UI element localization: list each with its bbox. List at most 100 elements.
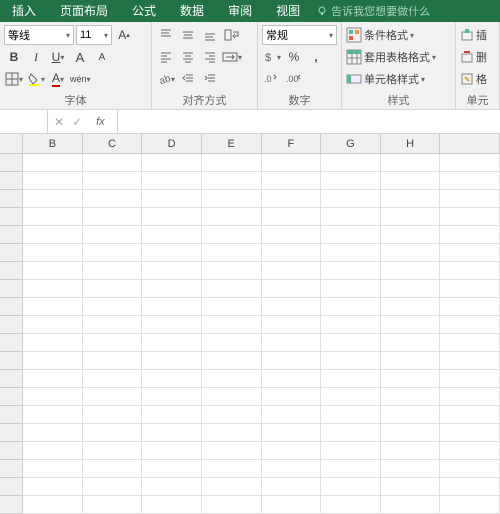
cell[interactable] (83, 370, 143, 388)
underline-button[interactable]: U▾ (48, 47, 68, 67)
cell[interactable] (440, 226, 500, 244)
cell[interactable] (202, 172, 262, 190)
align-middle-button[interactable] (178, 25, 198, 45)
cell[interactable] (83, 334, 143, 352)
number-format-combo[interactable]: 常规▾ (262, 25, 337, 45)
row-header[interactable] (0, 154, 23, 172)
cell[interactable] (321, 172, 381, 190)
align-right-button[interactable] (200, 47, 220, 67)
cell[interactable] (321, 424, 381, 442)
phonetic-button[interactable]: wén▾ (70, 69, 91, 89)
col-header[interactable]: B (23, 134, 83, 154)
cell[interactable] (142, 496, 202, 514)
cell[interactable] (142, 388, 202, 406)
cell[interactable] (440, 478, 500, 496)
cell[interactable] (321, 208, 381, 226)
cell[interactable] (202, 370, 262, 388)
col-header[interactable]: D (142, 134, 202, 154)
cell[interactable] (83, 352, 143, 370)
increase-decimal-button[interactable]: .0 (262, 69, 282, 89)
cell[interactable] (23, 262, 83, 280)
cell[interactable] (83, 460, 143, 478)
cell[interactable] (202, 478, 262, 496)
font-size-combo[interactable]: 11▾ (76, 25, 112, 45)
cell[interactable] (83, 496, 143, 514)
cell[interactable] (202, 406, 262, 424)
cell[interactable] (142, 208, 202, 226)
cell[interactable] (440, 442, 500, 460)
cell[interactable] (23, 208, 83, 226)
cell[interactable] (83, 226, 143, 244)
font-name-combo[interactable]: 等线▾ (4, 25, 74, 45)
cell[interactable] (321, 370, 381, 388)
cell[interactable] (83, 154, 143, 172)
accounting-button[interactable]: $▾ (262, 47, 282, 67)
cell[interactable] (321, 496, 381, 514)
cell[interactable] (202, 226, 262, 244)
decrease-decimal-button[interactable]: .00 (284, 69, 304, 89)
cell[interactable] (262, 334, 322, 352)
cell[interactable] (262, 280, 322, 298)
row-header[interactable] (0, 388, 23, 406)
col-header[interactable] (440, 134, 500, 154)
align-top-button[interactable] (156, 25, 176, 45)
cell[interactable] (381, 496, 441, 514)
cell[interactable] (440, 244, 500, 262)
cell[interactable] (23, 352, 83, 370)
cell[interactable] (321, 244, 381, 262)
cell[interactable] (142, 172, 202, 190)
row-header[interactable] (0, 190, 23, 208)
row-header[interactable] (0, 298, 23, 316)
cell[interactable] (381, 352, 441, 370)
cell[interactable] (440, 280, 500, 298)
row-header[interactable] (0, 172, 23, 190)
cell[interactable] (440, 388, 500, 406)
cell[interactable] (23, 280, 83, 298)
italic-button[interactable]: I (26, 47, 46, 67)
row-header[interactable] (0, 406, 23, 424)
cell[interactable] (142, 406, 202, 424)
cell[interactable] (142, 280, 202, 298)
cell[interactable] (142, 262, 202, 280)
cell[interactable] (262, 154, 322, 172)
cell[interactable] (321, 262, 381, 280)
cell[interactable] (202, 442, 262, 460)
align-bottom-button[interactable] (200, 25, 220, 45)
cell[interactable] (440, 370, 500, 388)
cell[interactable] (262, 424, 322, 442)
cell[interactable] (83, 280, 143, 298)
cell[interactable] (142, 334, 202, 352)
cell[interactable] (381, 208, 441, 226)
cell[interactable] (262, 370, 322, 388)
align-center-button[interactable] (178, 47, 198, 67)
cell[interactable] (262, 388, 322, 406)
cell[interactable] (142, 370, 202, 388)
cell[interactable] (23, 172, 83, 190)
cell[interactable] (440, 460, 500, 478)
cell[interactable] (321, 442, 381, 460)
cell[interactable] (142, 244, 202, 262)
cell[interactable] (142, 298, 202, 316)
cell[interactable] (83, 406, 143, 424)
cell[interactable] (381, 316, 441, 334)
tab-view[interactable]: 视图 (264, 0, 312, 22)
cell[interactable] (321, 280, 381, 298)
fx-button[interactable]: fx (90, 116, 111, 128)
row-header[interactable] (0, 280, 23, 298)
col-header[interactable]: C (83, 134, 143, 154)
row-header[interactable] (0, 262, 23, 280)
cell[interactable] (321, 154, 381, 172)
cell[interactable] (381, 172, 441, 190)
cell[interactable] (142, 154, 202, 172)
merge-button[interactable]: ▾ (222, 47, 242, 67)
border-button[interactable]: ▾ (4, 69, 24, 89)
cell[interactable] (83, 424, 143, 442)
cell[interactable] (83, 172, 143, 190)
cell[interactable] (202, 388, 262, 406)
cell[interactable] (142, 190, 202, 208)
select-all-corner[interactable] (0, 134, 23, 154)
cell[interactable] (23, 370, 83, 388)
cell[interactable] (262, 442, 322, 460)
comma-button[interactable]: , (306, 47, 326, 67)
cell[interactable] (142, 226, 202, 244)
